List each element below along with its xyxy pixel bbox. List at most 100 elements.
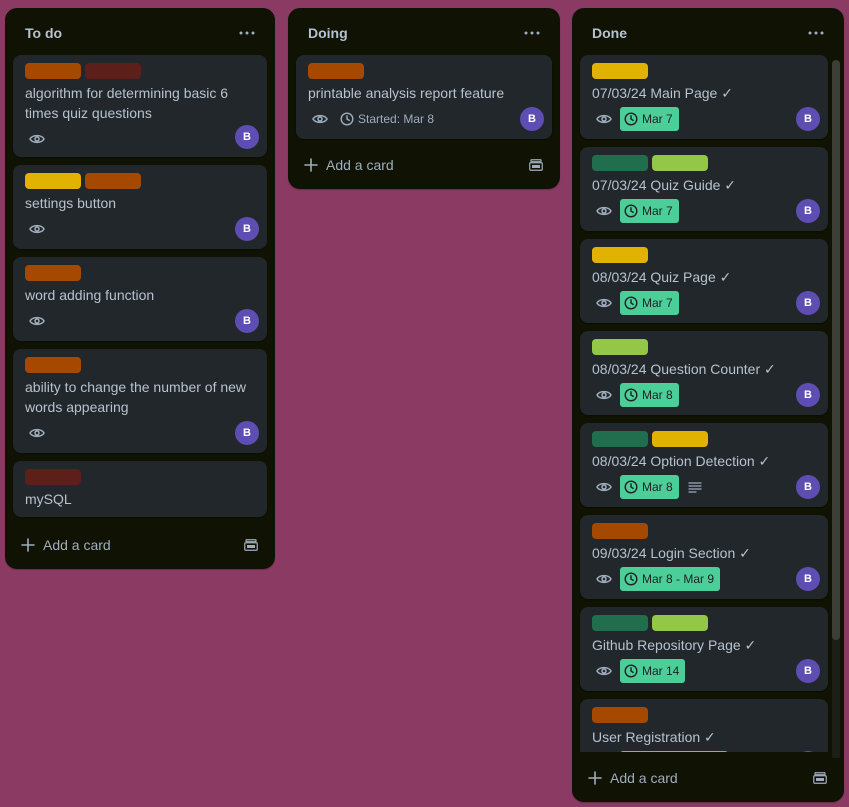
avatar[interactable]: B [796,291,820,315]
clock-icon [624,388,638,402]
card-badges [25,309,255,333]
label-yellow[interactable] [592,247,648,263]
done-card-viewport[interactable]: 07/03/24 Main Page ✓ Mar 7 B 07/03/24 Qu… [572,55,836,752]
card-labels [592,155,816,171]
card[interactable]: 08/03/24 Option Detection ✓ Mar 8 B [580,423,828,507]
watch-icon [592,567,616,591]
list-menu-button[interactable] [516,17,548,49]
list-title[interactable]: Doing [308,25,348,41]
card[interactable]: ability to change the number of new word… [13,349,267,453]
card[interactable]: 09/03/24 Login Section ✓ Mar 8 - Mar 9 B [580,515,828,599]
card[interactable]: printable analysis report feature Starte… [296,55,552,139]
add-card-button[interactable]: Add a card [304,157,394,173]
clock-icon [340,112,354,126]
label-yellow[interactable] [652,431,708,447]
label-orange[interactable] [592,707,648,723]
list-title[interactable]: Done [592,25,627,41]
list-done: Done 07/03/24 Main Page ✓ Mar 7 B 07/03/… [572,8,844,802]
card[interactable]: algorithm for determining basic 6 times … [13,55,267,157]
due-date-badge[interactable] [620,751,728,752]
card-labels [592,523,816,539]
card-labels [592,339,816,355]
label-orange[interactable] [25,63,81,79]
card[interactable]: mySQL [13,461,267,517]
add-card-label: Add a card [610,770,678,786]
scrollbar-thumb[interactable] [832,60,840,640]
due-date-badge[interactable]: Mar 7 [620,107,679,131]
label-yellow[interactable] [25,173,81,189]
create-from-template-button[interactable] [808,766,832,790]
due-date-badge[interactable]: Mar 14 [620,659,686,683]
description-icon [685,477,705,497]
watch-icon [592,107,616,131]
label-orange[interactable] [25,357,81,373]
avatar[interactable]: B [520,107,544,131]
card[interactable]: word adding function B [13,257,267,341]
label-orange[interactable] [308,63,364,79]
scrollbar[interactable] [832,60,840,760]
list-menu-button[interactable] [231,17,263,49]
card-labels [592,707,816,723]
card-badges: Mar 8 [592,475,816,499]
start-date-badge[interactable]: Started: Mar 8 [336,107,440,131]
avatar[interactable]: B [235,125,259,149]
avatar[interactable]: B [235,217,259,241]
avatar[interactable]: B [235,309,259,333]
card[interactable]: 07/03/24 Quiz Guide ✓ Mar 7 B [580,147,828,231]
avatar[interactable]: B [796,567,820,591]
watch-icon [592,475,616,499]
card-title: 08/03/24 Quiz Page ✓ [592,269,732,285]
label-red[interactable] [25,469,81,485]
create-from-template-button[interactable] [524,153,548,177]
label-yellow[interactable] [592,63,648,79]
list-menu-button[interactable] [800,17,832,49]
avatar[interactable]: B [796,659,820,683]
watch-icon [592,659,616,683]
template-icon [244,539,258,551]
label-lime[interactable] [652,155,708,171]
avatar[interactable]: B [235,421,259,445]
due-date-badge[interactable]: Mar 8 - Mar 9 [620,567,721,591]
label-orange[interactable] [25,265,81,281]
due-date-badge[interactable]: Mar 7 [620,199,679,223]
card[interactable]: User Registration ✓ [580,699,828,752]
due-date-badge[interactable]: Mar 8 [620,383,679,407]
watch-icon [25,217,49,241]
card[interactable]: 07/03/24 Main Page ✓ Mar 7 B [580,55,828,139]
label-orange[interactable] [85,173,141,189]
due-date-badge[interactable]: Mar 8 [620,475,679,499]
card-list: 07/03/24 Main Page ✓ Mar 7 B 07/03/24 Qu… [572,55,836,752]
label-lime[interactable] [592,339,648,355]
list-doing: Doing printable analysis report feature … [288,8,560,189]
due-date-badge[interactable]: Mar 7 [620,291,679,315]
card[interactable]: Github Repository Page ✓ Mar 14 B [580,607,828,691]
label-orange[interactable] [592,523,648,539]
avatar[interactable]: B [796,383,820,407]
list-title[interactable]: To do [25,25,62,41]
add-card-button[interactable]: Add a card [21,537,111,553]
label-green[interactable] [592,431,648,447]
avatar[interactable]: B [796,475,820,499]
avatar[interactable]: B [796,107,820,131]
add-card-row: Add a card [5,525,275,565]
label-red[interactable] [85,63,141,79]
watch-icon [592,291,616,315]
card-labels [25,63,255,79]
card-badges [592,751,816,752]
create-from-template-button[interactable] [239,533,263,557]
card-badges [25,127,255,151]
label-green[interactable] [592,615,648,631]
list-header: Doing [288,8,560,58]
label-lime[interactable] [652,615,708,631]
card-title: algorithm for determining basic 6 times … [25,85,229,121]
card[interactable]: settings button B [13,165,267,249]
card-labels [592,247,816,263]
card[interactable]: 08/03/24 Question Counter ✓ Mar 8 B [580,331,828,415]
card[interactable]: 08/03/24 Quiz Page ✓ Mar 7 B [580,239,828,323]
label-green[interactable] [592,155,648,171]
avatar[interactable]: B [796,199,820,223]
card-labels [25,173,255,189]
add-card-button[interactable]: Add a card [588,770,678,786]
card-title: mySQL [25,491,72,507]
start-date-text: Started: Mar 8 [358,112,435,126]
